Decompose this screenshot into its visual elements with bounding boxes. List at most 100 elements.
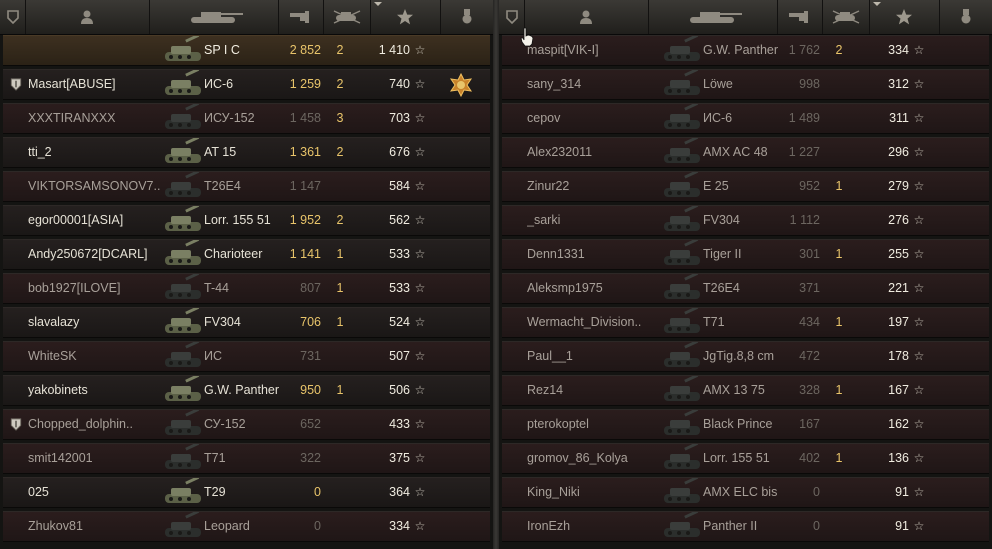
left-team-panel: SP I C2 852 2 1 410 ☆ Masart[ABUSE] ИС-6 1 259…	[0, 0, 494, 549]
header-damage-column[interactable]	[777, 0, 823, 34]
tank-silhouette-icon	[165, 410, 201, 435]
tank-silhouette-icon	[664, 104, 700, 129]
tank-silhouette-icon	[165, 138, 201, 163]
right-team-player-row[interactable]: gromov_86_Kolya Lorr. 155 51 402 1 136 ☆	[502, 443, 989, 474]
damage-value: 706	[300, 315, 321, 329]
header-xp-star-column[interactable]	[370, 0, 441, 34]
header-kills-column[interactable]	[323, 0, 371, 34]
left-team-player-row[interactable]: Andy250672[DCARL] Charioteer 1 141 1 533 ☆	[3, 239, 490, 270]
tank-silhouette-icon	[165, 36, 201, 61]
tank-silhouette-icon	[165, 308, 201, 333]
player-name: smit142001	[28, 451, 93, 465]
kills-value	[327, 410, 353, 439]
xp-star-icon: ☆	[414, 213, 426, 227]
xp-star-icon: ☆	[414, 349, 426, 363]
header-player-column[interactable]	[25, 0, 150, 34]
right-team-player-row[interactable]: IronEzh Panther II 0 91 ☆	[502, 511, 989, 542]
xp-value: 533	[389, 247, 410, 261]
damage-icon	[289, 11, 309, 23]
header-clan-column[interactable]	[0, 0, 26, 34]
header-damage-column[interactable]	[278, 0, 324, 34]
right-team-panel: maspit[VIK-I] G.W. Panther 1 762 2 334 ☆ sany_…	[499, 0, 992, 549]
player-icon	[580, 10, 592, 24]
player-name: WhiteSK	[28, 349, 77, 363]
xp-star-icon: ☆	[913, 77, 925, 91]
left-team-player-row[interactable]: Zhukov81 Leopard 0 334 ☆	[3, 511, 490, 542]
xp-value: 524	[389, 315, 410, 329]
xp-value: 533	[389, 281, 410, 295]
right-team-player-row[interactable]: sany_314 Löwe 998 312 ☆	[502, 69, 989, 100]
right-team-player-row[interactable]: maspit[VIK-I] G.W. Panther 1 762 2 334 ☆	[502, 35, 989, 66]
hand-cursor-icon	[520, 27, 534, 47]
tank-silhouette-icon	[664, 206, 700, 231]
xp-star-icon: ☆	[913, 451, 925, 465]
right-team-player-row[interactable]: cepov ИС-6 1 489 311 ☆	[502, 103, 989, 134]
left-team-player-row[interactable]: 025 T29 0 364 ☆	[3, 477, 490, 508]
xp-star-icon: ☆	[913, 485, 925, 499]
player-name: egor00001[ASIA]	[28, 213, 124, 227]
header-kills-column[interactable]	[822, 0, 870, 34]
right-team-player-row[interactable]: Rez14 AMX 13 75 328 1 167 ☆	[502, 375, 989, 406]
damage-value: 0	[813, 485, 820, 499]
damage-value: 434	[799, 315, 820, 329]
kills-icon	[333, 10, 360, 24]
player-name: 025	[28, 485, 49, 499]
kills-value	[826, 342, 852, 371]
tank-silhouette-icon	[165, 376, 201, 401]
xp-star-icon: ☆	[913, 145, 925, 159]
kills-value: 2	[835, 43, 843, 57]
left-team-player-row[interactable]: yakobinets G.W. Panther 950 1 506 ☆	[3, 375, 490, 406]
right-team-player-row[interactable]: _sarki FV304 1 112 276 ☆	[502, 205, 989, 236]
right-team-player-row[interactable]: Aleksmp1975 T26E4 371 221 ☆	[502, 273, 989, 304]
header-xp-star-column[interactable]	[869, 0, 940, 34]
xp-value: 703	[389, 111, 410, 125]
right-team-player-row[interactable]: Paul__1 JgTig.8,8 cm 472 178 ☆	[502, 341, 989, 372]
damage-value: 1 112	[789, 213, 820, 227]
damage-value: 371	[799, 281, 820, 295]
right-team-player-row[interactable]: Zinur22 E 25 952 1 279 ☆	[502, 171, 989, 202]
header-medal-column[interactable]	[440, 0, 494, 34]
kills-value	[826, 478, 852, 507]
header-tank-column[interactable]	[648, 0, 778, 34]
right-team-player-row[interactable]: Alex232011 AMX AC 48 1 227 296 ☆	[502, 137, 989, 168]
left-team-player-row[interactable]: slavalazy FV304 706 1 524 ☆	[3, 307, 490, 338]
left-team-player-row[interactable]: egor00001[ASIA] Lorr. 155 51 1 952 2 562 ☆	[3, 205, 490, 236]
xp-value: 334	[888, 43, 909, 57]
left-team-player-row[interactable]: Chopped_dolphin.. СУ-152 652 433 ☆	[3, 409, 490, 440]
right-team-player-row[interactable]: King_Niki AMX ELC bis 0 91 ☆	[502, 477, 989, 508]
xp-value: 312	[888, 77, 909, 91]
header-tank-column[interactable]	[149, 0, 279, 34]
xp-value: 506	[389, 383, 410, 397]
kills-value: 2	[336, 145, 344, 159]
left-team-player-row[interactable]: WhiteSK ИС 731 507 ☆	[3, 341, 490, 372]
left-team-player-row[interactable]: Masart[ABUSE] ИС-6 1 259 2 740 ☆	[3, 69, 490, 100]
left-team-player-row[interactable]: XXXTIRANXXX ИСУ-152 1 458 3 703 ☆	[3, 103, 490, 134]
tank-silhouette-icon	[664, 70, 700, 95]
left-team-player-row[interactable]: smit142001 T71 322 375 ☆	[3, 443, 490, 474]
left-team-player-row[interactable]: VIKTORSAMSONOV7.. T26E4 1 147 584 ☆	[3, 171, 490, 202]
player-name: XXXTIRANXXX	[28, 111, 116, 125]
right-team-player-row[interactable]: pterokoptel Black Prince 167 162 ☆	[502, 409, 989, 440]
damage-value: 0	[314, 485, 321, 499]
tank-silhouette-icon	[165, 342, 201, 367]
damage-value: 952	[799, 179, 820, 193]
header-medal-column[interactable]	[939, 0, 992, 34]
tank-silhouette-icon	[165, 444, 201, 469]
xp-value: 375	[389, 451, 410, 465]
left-team-player-row[interactable]: bob1927[ILOVE] T-44 807 1 533 ☆	[3, 273, 490, 304]
left-team-player-row[interactable]: tti_2 AT 15 1 361 2 676 ☆	[3, 137, 490, 168]
xp-star-icon: ☆	[913, 349, 925, 363]
right-team-player-row[interactable]: Wermacht_Division.. T71 434 1 197 ☆	[502, 307, 989, 338]
tank-silhouette-icon	[664, 410, 700, 435]
player-name: tti_2	[28, 145, 52, 159]
left-team-player-row[interactable]: SP I C2 852 2 1 410 ☆	[3, 35, 490, 66]
player-name: pterokoptel	[527, 417, 589, 431]
xp-value: 136	[888, 451, 909, 465]
damage-value: 472	[799, 349, 820, 363]
kills-value	[826, 410, 852, 439]
kills-value: 1	[835, 247, 843, 261]
right-team-player-row[interactable]: Denn1331 Tiger II 301 1 255 ☆	[502, 239, 989, 270]
xp-value: 162	[888, 417, 909, 431]
header-player-column[interactable]	[524, 0, 649, 34]
damage-value: 0	[314, 519, 321, 533]
